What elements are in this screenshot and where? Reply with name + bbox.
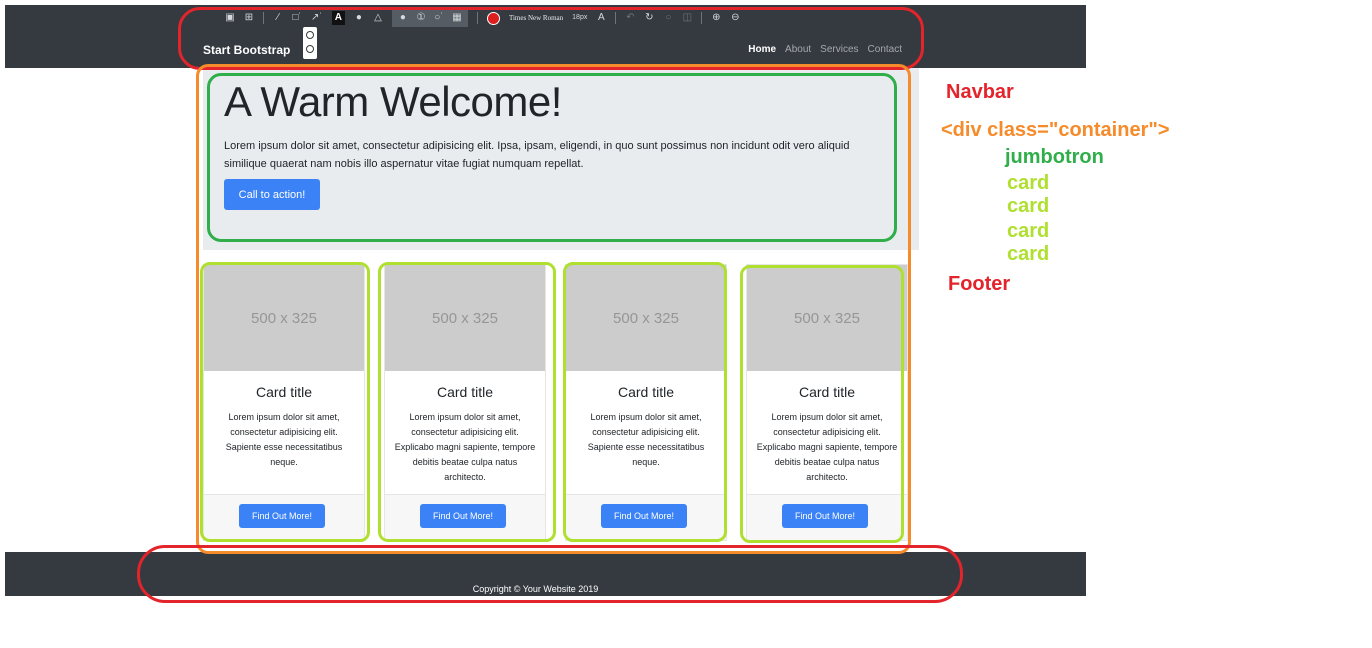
navbar-annotation-outline xyxy=(178,7,924,70)
legend-navbar: Navbar xyxy=(946,81,1014,103)
card-annotation-outline xyxy=(563,262,727,542)
legend-jumbotron: jumbotron xyxy=(1005,146,1104,168)
card-annotation-outline xyxy=(740,265,904,543)
card-annotation-outline xyxy=(378,262,556,542)
legend-card: card xyxy=(1007,172,1050,194)
footer-annotation-outline xyxy=(137,545,963,603)
legend-container: <div class="container"> xyxy=(941,119,1170,141)
jumbotron-annotation-outline xyxy=(207,73,897,242)
legend-card: card xyxy=(1007,243,1050,265)
legend-card: card xyxy=(1007,220,1050,242)
legend-footer: Footer xyxy=(948,273,1011,295)
card-annotation-outline xyxy=(200,262,370,542)
legend-card: card xyxy=(1007,195,1050,217)
